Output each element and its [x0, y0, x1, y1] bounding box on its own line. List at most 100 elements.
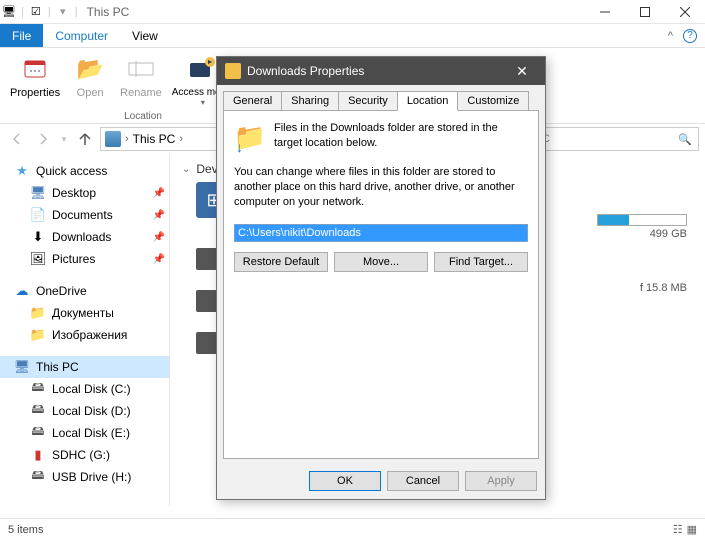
minimize-icon [600, 7, 610, 17]
close-icon: ✕ [516, 63, 528, 79]
ribbon-help-button[interactable]: ^ ? [660, 24, 705, 47]
media-icon [187, 53, 219, 85]
sidebar-local-e[interactable]: 🖴 Local Disk (E:) [0, 422, 169, 444]
tab-security[interactable]: Security [338, 91, 398, 111]
sidebar-desktop[interactable]: 🖥 Desktop 📌 [0, 182, 169, 204]
folder-icon: 📁 [30, 327, 46, 343]
dialog-title: Downloads Properties [247, 64, 364, 78]
sd-card-icon: ▮ [30, 447, 46, 463]
sidebar-local-d[interactable]: 🖴 Local Disk (D:) [0, 400, 169, 422]
tab-view[interactable]: View [120, 24, 170, 47]
ribbon-group-label: Location [124, 111, 162, 122]
qat-properties-icon[interactable]: ☑ [27, 5, 45, 18]
sidebar-this-pc[interactable]: 🖥 This PC [0, 356, 169, 378]
open-icon: 📂 [74, 53, 106, 85]
sidebar-onedrive[interactable]: ☁ OneDrive [0, 280, 169, 302]
restore-default-button[interactable]: Restore Default [234, 252, 328, 272]
sidebar-usb[interactable]: 🖴 USB Drive (H:) [0, 466, 169, 488]
sidebar-onedrive-pics[interactable]: 📁 Изображения [0, 324, 169, 346]
breadcrumb-item[interactable]: This PC [133, 132, 176, 146]
desktop-icon: 🖥 [30, 185, 46, 201]
sidebar-local-c[interactable]: 🖴 Local Disk (C:) [0, 378, 169, 400]
star-icon: ★ [14, 163, 30, 179]
cancel-button[interactable]: Cancel [387, 471, 459, 491]
pin-icon: 📌 [153, 232, 165, 243]
properties-dialog: Downloads Properties ✕ General Sharing S… [216, 56, 546, 500]
onedrive-icon: ☁ [14, 283, 30, 299]
help-icon: ? [683, 29, 697, 43]
down-arrow-icon: ↓ [236, 139, 243, 155]
sidebar-onedrive-docs[interactable]: 📁 Документы [0, 302, 169, 324]
dialog-titlebar[interactable]: Downloads Properties ✕ [217, 57, 545, 85]
tab-customize[interactable]: Customize [457, 91, 529, 111]
tab-general[interactable]: General [223, 91, 282, 111]
forward-icon [35, 131, 51, 147]
folder-icon [225, 63, 241, 79]
window-titlebar: 🖥 | ☑ | ▾ | This PC [0, 0, 705, 24]
tab-file[interactable]: File [0, 24, 43, 47]
qat-dropdown-icon[interactable]: ▾ [54, 5, 72, 18]
find-target-button[interactable]: Find Target... [434, 252, 528, 272]
sidebar-documents[interactable]: 📄 Documents 📌 [0, 204, 169, 226]
drive-icon: 🖴 [30, 403, 46, 419]
navigation-pane: ★ Quick access 🖥 Desktop 📌 📄 Documents 📌… [0, 154, 170, 506]
drive-free-text: 499 GB [597, 228, 687, 240]
ribbon-collapse-icon: ^ [668, 30, 673, 42]
properties-button[interactable]: Properties [6, 51, 64, 109]
tab-computer[interactable]: Computer [43, 24, 120, 47]
sidebar-downloads[interactable]: ⬇ Downloads 📌 [0, 226, 169, 248]
rename-icon [125, 53, 157, 85]
chevron-down-icon: ⌄ [182, 164, 190, 175]
move-button[interactable]: Move... [334, 252, 428, 272]
dialog-footer: OK Cancel Apply [217, 465, 545, 499]
details-view-icon[interactable]: ☷ [673, 523, 683, 536]
status-bar: 5 items ☷ ▦ [0, 518, 705, 540]
close-icon [680, 7, 690, 17]
system-menu-icon[interactable]: 🖥 [0, 5, 18, 18]
chevron-right-icon: › [179, 133, 183, 145]
drive-icon: 🖴 [30, 381, 46, 397]
ribbon-tabs: File Computer View ^ ? [0, 24, 705, 48]
properties-icon [19, 53, 51, 85]
history-dropdown[interactable]: ▾ [58, 128, 70, 150]
pc-icon [105, 131, 121, 147]
ok-button[interactable]: OK [309, 471, 381, 491]
tab-sharing[interactable]: Sharing [281, 91, 339, 111]
minimize-button[interactable] [585, 0, 625, 24]
chevron-right-icon: › [125, 133, 129, 145]
tab-location[interactable]: Location [397, 91, 459, 111]
documents-icon: 📄 [30, 207, 46, 223]
sidebar-pictures[interactable]: 🖼 Pictures 📌 [0, 248, 169, 270]
close-button[interactable] [665, 0, 705, 24]
drive-free-text-2: f 15.8 MB [640, 282, 687, 294]
dialog-description-2: You can change where files in this folde… [234, 165, 528, 210]
downloads-folder-icon: 📁↓ [234, 121, 266, 153]
forward-button[interactable] [32, 128, 54, 150]
search-icon: 🔍 [678, 133, 692, 146]
apply-button[interactable]: Apply [465, 471, 537, 491]
rename-button[interactable]: Rename [116, 51, 166, 109]
folder-icon: 📁 [30, 305, 46, 321]
pictures-icon: 🖼 [30, 251, 46, 267]
maximize-icon [640, 7, 650, 17]
maximize-button[interactable] [625, 0, 665, 24]
open-button[interactable]: 📂 Open [66, 51, 114, 109]
status-item-count: 5 items [8, 524, 43, 536]
back-button[interactable] [6, 128, 28, 150]
window-title: This PC [87, 5, 130, 19]
pin-icon: 📌 [153, 254, 165, 265]
dialog-body: 📁↓ Files in the Downloads folder are sto… [223, 110, 539, 459]
drive-icon: 🖴 [30, 425, 46, 441]
sidebar-sdhc[interactable]: ▮ SDHC (G:) [0, 444, 169, 466]
chevron-down-icon: ▾ [62, 134, 67, 145]
up-button[interactable] [74, 128, 96, 150]
sidebar-quick-access[interactable]: ★ Quick access [0, 160, 169, 182]
large-icons-view-icon[interactable]: ▦ [687, 523, 697, 536]
drive-usage-bar [597, 214, 687, 226]
usb-icon: 🖴 [30, 469, 46, 485]
pin-icon: 📌 [153, 210, 165, 221]
up-icon [77, 131, 93, 147]
dialog-close-button[interactable]: ✕ [507, 63, 537, 80]
back-icon [9, 131, 25, 147]
location-path-input[interactable] [234, 224, 528, 242]
